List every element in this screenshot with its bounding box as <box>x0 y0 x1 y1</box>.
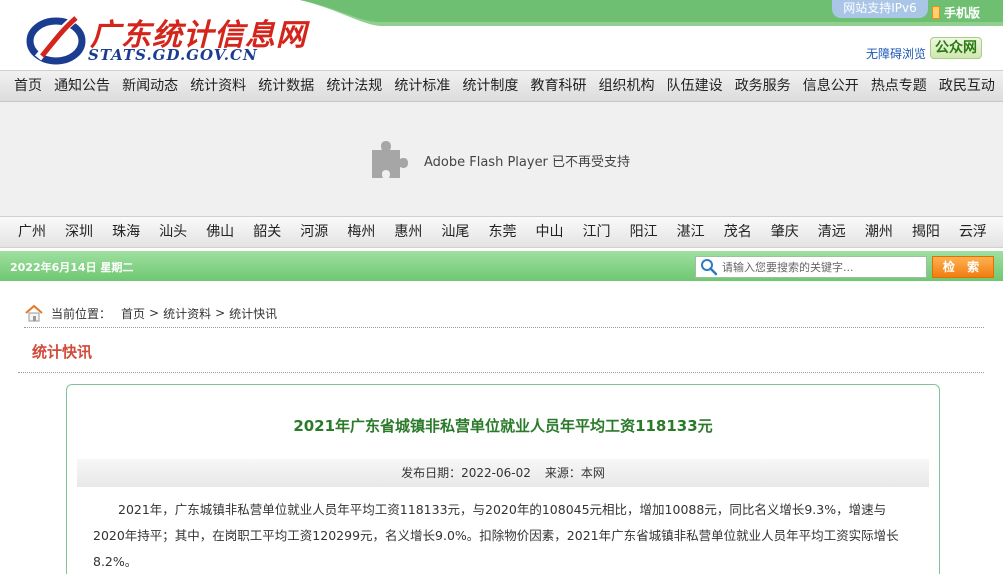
nav-item-organization[interactable]: 组织机构 <box>599 71 655 101</box>
main-navigation: 首页 通知公告 新闻动态 统计资料 统计数据 统计法规 统计标准 统计制度 教育… <box>0 70 1003 102</box>
city-link-huizhou[interactable]: 惠州 <box>394 217 422 247</box>
city-link-dongguan[interactable]: 东莞 <box>488 217 516 247</box>
nav-item-notices[interactable]: 通知公告 <box>54 71 110 101</box>
nav-item-news[interactable]: 新闻动态 <box>122 71 178 101</box>
article-meta: 发布日期：2022-06-02 来源：本网 <box>77 459 929 487</box>
accessibility-browse-link[interactable]: 无障碍浏览 <box>866 45 926 62</box>
nav-item-statistical-data[interactable]: 统计数据 <box>258 71 314 101</box>
breadcrumb-statistical-bulletin[interactable]: 统计快讯 <box>229 305 277 322</box>
search-button[interactable]: 检 索 <box>932 256 994 278</box>
article-title: 2021年广东省城镇非私营单位就业人员年平均工资118133元 <box>293 417 713 435</box>
nav-item-education-research[interactable]: 教育科研 <box>531 71 587 101</box>
city-link-guangzhou[interactable]: 广州 <box>18 217 46 247</box>
site-logo[interactable]: 广东统计信息网 STATS.GD.GOV.CN <box>26 8 306 66</box>
city-link-zhaoqing[interactable]: 肇庆 <box>771 217 799 247</box>
article-container: 2021年广东省城镇非私营单位就业人员年平均工资118133元 发布日期：202… <box>66 384 940 574</box>
city-link-zhanjiang[interactable]: 湛江 <box>677 217 705 247</box>
breadcrumb-separator: > <box>149 306 160 320</box>
search-icon <box>701 259 718 276</box>
section-title: 统计快讯 <box>32 343 93 361</box>
nav-item-statistical-materials[interactable]: 统计资料 <box>190 71 246 101</box>
city-link-shantou[interactable]: 汕头 <box>159 217 187 247</box>
article-source: 来源：本网 <box>544 466 605 480</box>
nav-item-home[interactable]: 首页 <box>14 71 42 101</box>
city-link-zhuhai[interactable]: 珠海 <box>112 217 140 247</box>
mobile-version-label: 手机版 <box>944 5 981 20</box>
public-network-badge[interactable]: 公众网 <box>930 37 982 59</box>
article-publish-date: 发布日期：2022-06-02 <box>401 466 531 480</box>
city-link-shenzhen[interactable]: 深圳 <box>65 217 93 247</box>
nav-item-statistical-standards[interactable]: 统计标准 <box>394 71 450 101</box>
city-link-jiangmen[interactable]: 江门 <box>583 217 611 247</box>
logo-english-text: STATS.GD.GOV.CN <box>88 46 258 64</box>
ipv6-support-badge[interactable]: 网站支持IPv6 <box>832 0 928 18</box>
nav-item-hot-topics[interactable]: 热点专题 <box>871 71 927 101</box>
search-box <box>695 256 927 278</box>
breadcrumb: 当前位置： 首页 > 统计资料 > 统计快讯 <box>24 304 277 322</box>
breadcrumb-label: 当前位置： <box>51 306 112 321</box>
city-link-chaozhou[interactable]: 潮州 <box>865 217 893 247</box>
city-link-heyuan[interactable]: 河源 <box>300 217 328 247</box>
nav-item-statistical-systems[interactable]: 统计制度 <box>462 71 518 101</box>
breadcrumb-home[interactable]: 首页 <box>121 305 145 322</box>
city-link-zhongshan[interactable]: 中山 <box>536 217 564 247</box>
city-link-maoming[interactable]: 茂名 <box>724 217 752 247</box>
search-input[interactable] <box>722 258 922 276</box>
flash-unsupported-notice: Adobe Flash Player 已不再受支持 <box>366 138 630 182</box>
breadcrumb-statistical-materials[interactable]: 统计资料 <box>163 305 211 322</box>
nav-item-government-services[interactable]: 政务服务 <box>735 71 791 101</box>
nav-item-public-interaction[interactable]: 政民互动 <box>939 71 995 101</box>
nav-item-statistical-laws[interactable]: 统计法规 <box>326 71 382 101</box>
mobile-version-link[interactable]: 手机版 <box>932 4 980 20</box>
city-link-jieyang[interactable]: 揭阳 <box>912 217 940 247</box>
city-link-yangjiang[interactable]: 阳江 <box>630 217 658 247</box>
breadcrumb-separator: > <box>215 306 226 320</box>
puzzle-piece-icon <box>372 141 408 178</box>
city-link-shaoguan[interactable]: 韶关 <box>253 217 281 247</box>
city-link-shanwei[interactable]: 汕尾 <box>441 217 469 247</box>
phone-icon <box>932 5 940 19</box>
city-navigation: 广州 深圳 珠海 汕头 佛山 韶关 河源 梅州 惠州 汕尾 东莞 中山 江门 阳… <box>0 216 1003 248</box>
current-date: 2022年6月14日 星期二 <box>10 261 134 274</box>
nav-item-team-building[interactable]: 队伍建设 <box>667 71 723 101</box>
article-body: 2021年，广东城镇非私营单位就业人员年平均工资118133元，与2020年的1… <box>93 502 899 569</box>
city-link-yunfu[interactable]: 云浮 <box>959 217 987 247</box>
nav-item-information-disclosure[interactable]: 信息公开 <box>803 71 859 101</box>
home-icon <box>25 304 43 322</box>
logo-emblem-icon <box>26 12 86 65</box>
city-link-qingyuan[interactable]: 清远 <box>818 217 846 247</box>
flash-banner-placeholder: Adobe Flash Player 已不再受支持 <box>0 102 1003 216</box>
city-link-foshan[interactable]: 佛山 <box>206 217 234 247</box>
breadcrumb-divider <box>24 327 984 328</box>
section-divider <box>18 372 984 373</box>
date-search-bar: 2022年6月14日 星期二 检 索 <box>0 251 1003 281</box>
flash-message: Adobe Flash Player 已不再受支持 <box>424 154 631 170</box>
site-header: 广东统计信息网 STATS.GD.GOV.CN 网站支持IPv6 手机版 无障碍… <box>0 0 1003 70</box>
city-link-meizhou[interactable]: 梅州 <box>347 217 375 247</box>
